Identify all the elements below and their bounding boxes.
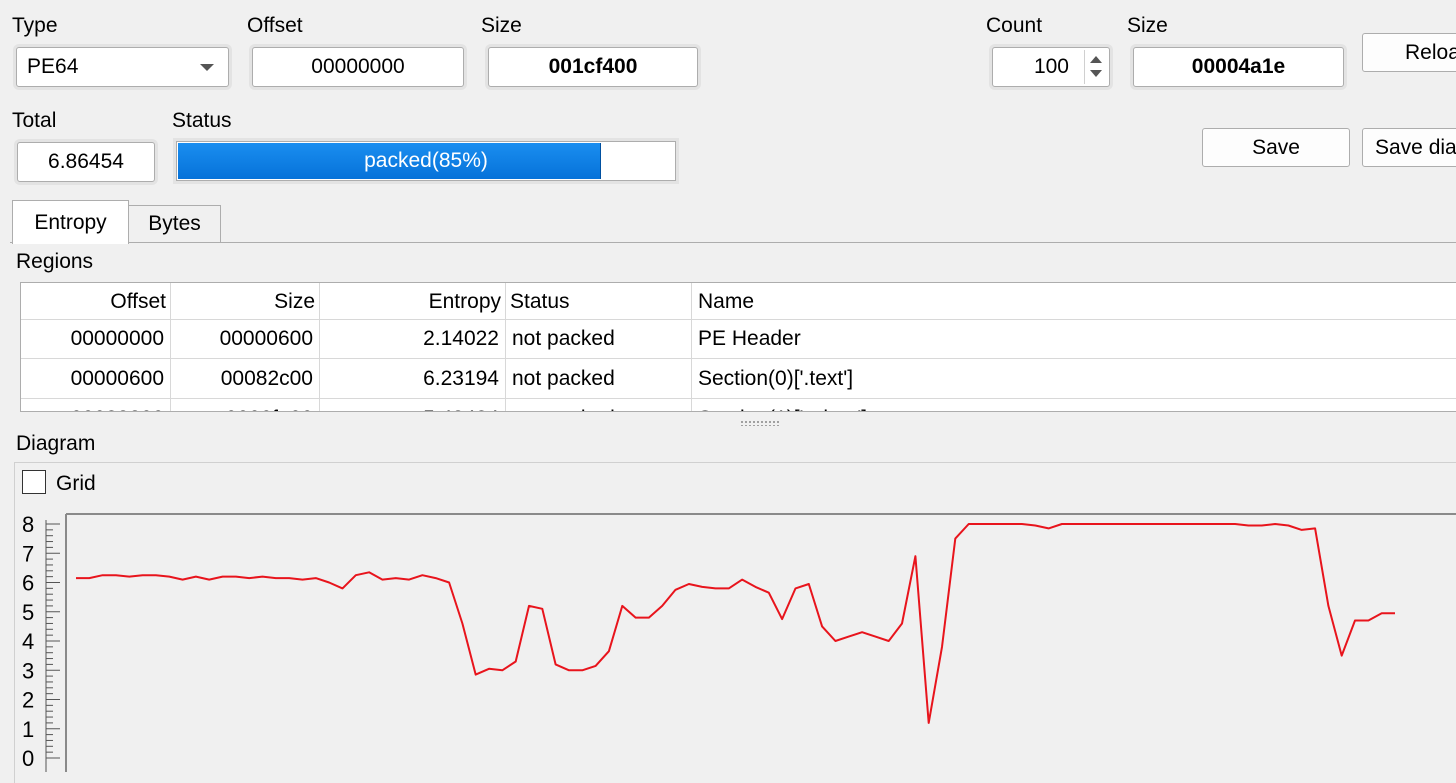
cell-status: not packed xyxy=(506,359,692,398)
cell-size: 0000fe00 xyxy=(171,399,320,411)
column-header-name[interactable]: Name xyxy=(692,283,1456,319)
column-header-entropy[interactable]: Entropy xyxy=(320,283,506,319)
regions-title: Regions xyxy=(16,250,94,273)
type-select-value: PE64 xyxy=(27,55,79,78)
type-label: Type xyxy=(12,14,58,37)
count-label: Count xyxy=(986,14,1043,37)
status-progress-text: packed(85%) xyxy=(364,149,488,172)
count-spinbox-value: 100 xyxy=(1033,55,1069,78)
cell-entropy: 5.43484 xyxy=(320,399,506,411)
column-header-offset[interactable]: Offset xyxy=(21,283,171,319)
tab-bytes-label: Bytes xyxy=(148,212,201,235)
cell-name: Section(1)['.rdata'] xyxy=(692,399,1456,411)
total-field[interactable]: 6.86454 xyxy=(17,142,155,182)
column-header-status[interactable]: Status xyxy=(506,283,692,319)
cell-name: PE Header xyxy=(692,319,1456,358)
offset-field[interactable]: 00000000 xyxy=(252,47,464,87)
size2-label: Size xyxy=(1127,14,1168,37)
size2-field-value: 00004a1e xyxy=(1191,55,1286,78)
offset-field-value: 00000000 xyxy=(311,55,405,78)
status-progress-bar: packed(85%) xyxy=(176,141,676,181)
column-header-size[interactable]: Size xyxy=(171,283,320,319)
cell-offset: 00083200 xyxy=(21,399,171,411)
save-button[interactable]: Save xyxy=(1202,128,1350,167)
chevron-down-icon xyxy=(200,64,214,71)
grid-checkbox[interactable] xyxy=(22,470,46,494)
status-label: Status xyxy=(172,109,232,132)
cell-size: 00082c00 xyxy=(171,359,320,398)
tab-entropy[interactable]: Entropy xyxy=(12,200,129,244)
diagram-title: Diagram xyxy=(16,432,96,455)
type-select[interactable]: PE64 xyxy=(16,47,229,87)
tab-bytes[interactable]: Bytes xyxy=(128,205,221,243)
total-field-value: 6.86454 xyxy=(48,150,124,173)
spin-up-icon[interactable] xyxy=(1090,56,1102,63)
reload-button[interactable]: Reload xyxy=(1362,33,1456,72)
save-button-label: Save xyxy=(1252,135,1300,159)
grid-checkbox-label[interactable]: Grid xyxy=(56,472,96,496)
spin-down-icon[interactable] xyxy=(1090,70,1102,77)
size-field-value: 001cf400 xyxy=(548,55,638,78)
size2-field[interactable]: 00004a1e xyxy=(1133,47,1344,87)
table-row[interactable]: 00000600 00082c00 6.23194 not packed Sec… xyxy=(21,359,1456,399)
cell-entropy: 2.14022 xyxy=(320,319,506,358)
cell-offset: 00000000 xyxy=(21,319,171,358)
size-label: Size xyxy=(481,14,522,37)
count-spinbox[interactable]: 100 xyxy=(992,47,1110,87)
save-diagram-button-label: Save diagram xyxy=(1375,135,1456,159)
cell-status: not packed xyxy=(506,399,692,411)
offset-label: Offset xyxy=(247,14,303,37)
splitter-handle[interactable] xyxy=(740,420,780,426)
table-row[interactable]: 00000000 00000600 2.14022 not packed PE … xyxy=(21,319,1456,359)
cell-size: 00000600 xyxy=(171,319,320,358)
reload-button-label: Reload xyxy=(1405,40,1456,64)
spin-arrows[interactable] xyxy=(1084,50,1107,84)
cell-status: not packed xyxy=(506,319,692,358)
cell-offset: 00000600 xyxy=(21,359,171,398)
save-diagram-button[interactable]: Save diagram xyxy=(1362,128,1456,167)
tab-entropy-label: Entropy xyxy=(34,210,107,234)
regions-table: Offset Size Entropy Status Name 00000000… xyxy=(20,282,1456,412)
total-label: Total xyxy=(12,109,57,132)
table-row[interactable]: 00083200 0000fe00 5.43484 not packed Sec… xyxy=(21,399,1456,411)
table-header: Offset Size Entropy Status Name xyxy=(21,283,1456,320)
size-field[interactable]: 001cf400 xyxy=(488,47,698,87)
cell-name: Section(0)['.text'] xyxy=(692,359,1456,398)
cell-entropy: 6.23194 xyxy=(320,359,506,398)
diagram-frame xyxy=(14,462,1456,783)
